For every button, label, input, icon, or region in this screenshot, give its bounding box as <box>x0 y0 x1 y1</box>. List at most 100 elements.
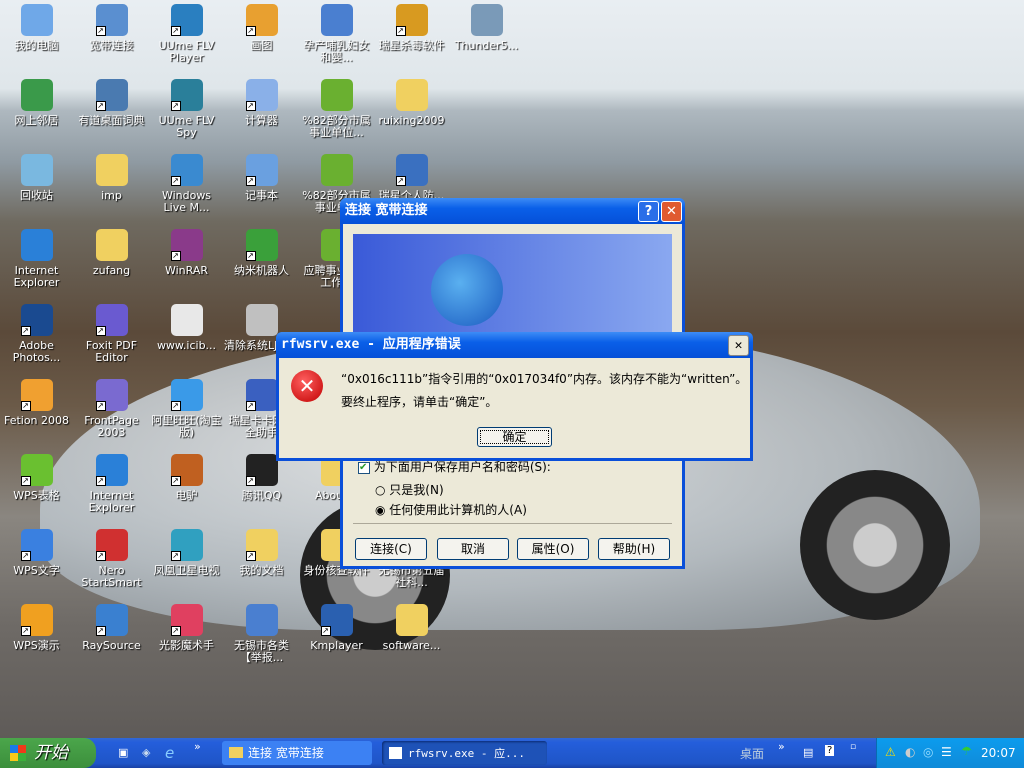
help-icon[interactable]: ? <box>825 745 835 756</box>
desktop-icon[interactable]: ↗ Foxit PDF Editor <box>74 302 149 364</box>
desktop-icon[interactable]: ↗ 阿里旺旺(淘宝版) <box>149 377 224 439</box>
shortcut-arrow-icon: ↗ <box>245 401 256 411</box>
desktop-icon-label: WinRAR <box>164 264 209 277</box>
task-connect[interactable]: 连接 宽带连接 <box>222 741 372 765</box>
shortcut-arrow-icon: ↗ <box>245 476 256 486</box>
app-icon <box>245 304 278 336</box>
desktop-icon[interactable]: ↗ WinRAR <box>149 227 224 277</box>
desktop-icon[interactable]: 孕产哺乳妇女和婴... <box>299 2 374 64</box>
desktop-icon[interactable]: ↗ 纳米机器人 <box>224 227 299 277</box>
app-icon: ↗ <box>245 4 278 36</box>
quicklaunch-ie-icon[interactable]: e <box>165 744 174 762</box>
connect-button[interactable]: 连接(C) <box>355 538 427 560</box>
desktop-icon[interactable]: %82部分市属事业单位... <box>299 77 374 139</box>
desktop-toolbar-label[interactable]: 桌面 <box>740 745 764 762</box>
desktop-icon-label: %82部分市属事业单位... <box>302 114 371 139</box>
desktop-icon[interactable]: www.icib... <box>149 302 224 352</box>
antivirus-umbrella-icon[interactable]: ☂ <box>961 744 972 758</box>
desktop-icon-label: Fetion 2008 <box>3 414 70 427</box>
app-icon: ↗ <box>95 529 128 561</box>
app-icon: ↗ <box>170 79 203 111</box>
volume-icon[interactable]: ◐ <box>905 745 915 759</box>
error-dialog-titlebar[interactable]: rfwsrv.exe - 应用程序错误 ✕ <box>276 332 753 358</box>
desktop-icon[interactable]: ↗ 瑞星杀毒软件 <box>374 2 449 52</box>
start-button[interactable]: 开始 <box>0 738 96 768</box>
app-icon: ↗ <box>95 4 128 36</box>
shortcut-arrow-icon: ↗ <box>170 551 181 561</box>
shortcut-arrow-icon: ↗ <box>95 26 106 36</box>
desktop-icon[interactable]: ↗ 计算器 <box>224 77 299 127</box>
desktop-icon[interactable]: ↗ UUme FLV Spy <box>149 77 224 139</box>
desktop-icon[interactable]: 我的电脑 <box>0 2 74 52</box>
desktop-icon[interactable]: ↗ Windows Live M... <box>149 152 224 214</box>
shortcut-arrow-icon: ↗ <box>20 551 31 561</box>
checkbox-icon: ✔ <box>358 461 370 474</box>
desktop-icon-label: 有道桌面词典 <box>78 114 145 127</box>
desktop-icon[interactable]: ↗ Kmplayer <box>299 602 374 652</box>
desktop-icon[interactable]: ↗ 记事本 <box>224 152 299 202</box>
radio-anyone[interactable]: ◉ 任何使用此计算机的人(A) <box>375 501 527 518</box>
desktop-icon-label: 画图 <box>250 39 273 52</box>
firewall-icon[interactable]: ☰ <box>941 745 952 759</box>
ok-button[interactable]: 确定 <box>477 427 552 447</box>
desktop-icon-label: FrontPage 2003 <box>84 414 139 439</box>
network-icon[interactable]: ◎ <box>923 745 933 759</box>
desktop-icon-label: 网上邻居 <box>14 114 59 127</box>
desktop-icon-label: Windows Live M... <box>161 189 212 214</box>
globe-icon <box>431 254 503 326</box>
desktop-icon[interactable]: ↗ FrontPage 2003 <box>74 377 149 439</box>
desktop-icon[interactable]: ↗ 画图 <box>224 2 299 52</box>
help-dialog-button[interactable]: 帮助(H) <box>598 538 670 560</box>
desktop-toolbar-chevron[interactable]: » <box>778 740 785 753</box>
quicklaunch-media-icon[interactable]: ◈ <box>142 746 150 759</box>
desktop-icon[interactable]: Internet Explorer <box>0 227 74 289</box>
app-icon <box>95 154 128 186</box>
task-error[interactable]: rfwsrv.exe - 应... <box>382 741 547 765</box>
desktop-icon[interactable]: Thunder5... <box>449 2 524 52</box>
desktop-icon[interactable]: 网上邻居 <box>0 77 74 127</box>
shortcut-arrow-icon: ↗ <box>170 251 181 261</box>
app-icon: ↗ <box>20 379 53 411</box>
warning-icon[interactable]: ⚠ <box>885 745 896 759</box>
cancel-button[interactable]: 取消 <box>437 538 509 560</box>
quicklaunch-chevron[interactable]: » <box>194 740 201 753</box>
desktop-icon[interactable]: ↗ Adobe Photos... <box>0 302 74 364</box>
desktop-icon[interactable]: imp <box>74 152 149 202</box>
desktop-icon[interactable]: software... <box>374 602 449 652</box>
close-button[interactable]: ✕ <box>728 335 749 356</box>
desktop-icon[interactable]: ↗ 光影魔术手 <box>149 602 224 652</box>
app-icon: ↗ <box>320 604 353 636</box>
desktop-icon[interactable]: ↗ Internet Explorer <box>74 452 149 514</box>
desktop-icon[interactable]: ↗ Nero StartSmart <box>74 527 149 589</box>
clock[interactable]: 20:07 <box>981 746 1016 760</box>
desktop-icon[interactable]: ↗ UUme FLV Player <box>149 2 224 64</box>
keyboard-icon[interactable]: ▤ <box>803 746 813 759</box>
radio-only-me[interactable]: ○ 只是我(N) <box>375 481 444 498</box>
properties-button[interactable]: 属性(O) <box>517 538 589 560</box>
desktop-icon[interactable]: ruixing2009 <box>374 77 449 127</box>
radio-only-me-label: 只是我(N) <box>389 483 444 497</box>
desktop-icon[interactable]: ↗ 电驴 <box>149 452 224 502</box>
desktop-icon[interactable]: ↗ 宽带连接 <box>74 2 149 52</box>
desktop-icon[interactable]: ↗ WPS演示 <box>0 602 74 652</box>
desktop-icon-label: 回收站 <box>20 189 53 202</box>
desktop-icon[interactable]: ↗ WPS表格 <box>0 452 74 502</box>
desktop-icon[interactable]: ↗ RaySource <box>74 602 149 652</box>
windows-logo-icon <box>10 745 26 761</box>
connect-dialog-titlebar[interactable]: 连接 宽带连接 ? ✕ <box>340 198 685 224</box>
desktop-icon[interactable]: 无锡市各类【举报... <box>224 602 299 664</box>
desktop-icon[interactable]: ↗ Fetion 2008 <box>0 377 74 427</box>
desktop-icon[interactable]: ↗ 有道桌面词典 <box>74 77 149 127</box>
quicklaunch-show-desktop-icon[interactable]: ▣ <box>118 746 128 759</box>
desktop-icon[interactable]: 回收站 <box>0 152 74 202</box>
desktop-icon[interactable]: zufang <box>74 227 149 277</box>
close-button[interactable]: ✕ <box>661 201 682 222</box>
shortcut-arrow-icon: ↗ <box>20 326 31 336</box>
restore-toolbar-icon[interactable]: ▫ <box>850 742 856 752</box>
desktop-icon[interactable]: ↗ 凤凰卫星电视 <box>149 527 224 577</box>
desktop-icon[interactable]: ↗ WPS文字 <box>0 527 74 577</box>
desktop-icon[interactable]: ↗ 瑞星个人防... <box>374 152 449 202</box>
help-button[interactable]: ? <box>638 201 659 222</box>
app-icon: ↗ <box>95 379 128 411</box>
desktop-icon[interactable]: ↗ 我的文档 <box>224 527 299 577</box>
